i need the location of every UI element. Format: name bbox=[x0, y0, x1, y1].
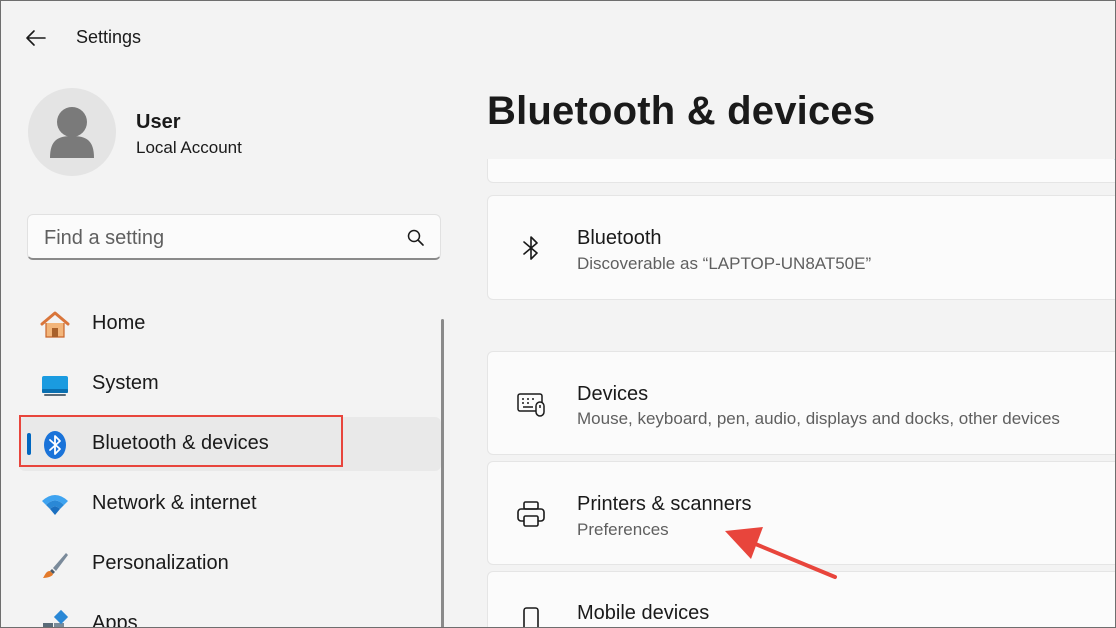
card-devices[interactable]: Devices Mouse, keyboard, pen, audio, dis… bbox=[487, 351, 1115, 455]
card-title: Mobile devices bbox=[577, 602, 710, 624]
sidebar-item-label: Bluetooth & devices bbox=[92, 432, 269, 454]
user-account-type: Local Account bbox=[136, 138, 242, 157]
back-arrow-icon bbox=[26, 30, 46, 46]
sidebar-item-label: System bbox=[92, 372, 159, 394]
bluetooth-icon bbox=[523, 236, 538, 260]
wifi-icon bbox=[42, 495, 68, 515]
sidebar-scrollbar[interactable] bbox=[441, 319, 444, 627]
card-title: Devices bbox=[577, 383, 649, 405]
card-subtitle: Mouse, keyboard, pen, audio, displays an… bbox=[577, 409, 1060, 428]
paintbrush-icon bbox=[43, 553, 68, 578]
app-title: Settings bbox=[76, 27, 142, 47]
search-box[interactable] bbox=[27, 214, 441, 260]
card-title: Bluetooth bbox=[577, 227, 662, 249]
sidebar-item-label: Personalization bbox=[92, 552, 229, 574]
card-subtitle: Discoverable as “LAPTOP-UN8AT50E” bbox=[577, 254, 872, 273]
avatar[interactable] bbox=[28, 88, 116, 176]
sidebar-item-apps[interactable]: Apps bbox=[19, 597, 441, 628]
sidebar-item-network-internet[interactable]: Network & internet bbox=[19, 477, 441, 531]
card-subtitle: Preferences bbox=[577, 520, 669, 539]
sidebar-item-home[interactable]: Home bbox=[19, 297, 441, 351]
settings-window: Vi Settings User Local Account Home bbox=[0, 0, 1116, 628]
sidebar-item-system[interactable]: System bbox=[19, 357, 441, 411]
keyboard-mouse-icon bbox=[517, 393, 545, 417]
selection-indicator bbox=[27, 433, 31, 455]
search-icon[interactable] bbox=[406, 228, 426, 248]
phone-icon bbox=[523, 607, 539, 627]
card-mobile-devices[interactable]: Mobile devices bbox=[487, 571, 1115, 627]
bluetooth-icon bbox=[44, 431, 66, 459]
card-title: Printers & scanners bbox=[577, 493, 752, 515]
sidebar-item-label: Network & internet bbox=[92, 492, 257, 514]
sidebar-item-label: Home bbox=[92, 312, 146, 334]
page-title: Bluetooth & devices bbox=[487, 89, 876, 133]
sidebar-item-personalization[interactable]: Personalization bbox=[19, 537, 441, 591]
printer-icon bbox=[517, 501, 545, 527]
sidebar-item-label: Apps bbox=[92, 612, 138, 628]
sidebar-item-bluetooth-devices[interactable]: Bluetooth & devices bbox=[19, 417, 441, 471]
card-printers-scanners[interactable]: Printers & scanners Preferences bbox=[487, 461, 1115, 565]
system-icon bbox=[42, 376, 68, 396]
apps-icon bbox=[43, 609, 69, 627]
user-name: User bbox=[136, 111, 181, 133]
back-button[interactable] bbox=[23, 25, 49, 51]
card-bluetooth[interactable]: Bluetooth Discoverable as “LAPTOP-UN8AT5… bbox=[487, 195, 1115, 300]
user-avatar-icon bbox=[50, 107, 94, 158]
home-icon bbox=[40, 311, 70, 338]
search-input[interactable] bbox=[42, 223, 396, 253]
